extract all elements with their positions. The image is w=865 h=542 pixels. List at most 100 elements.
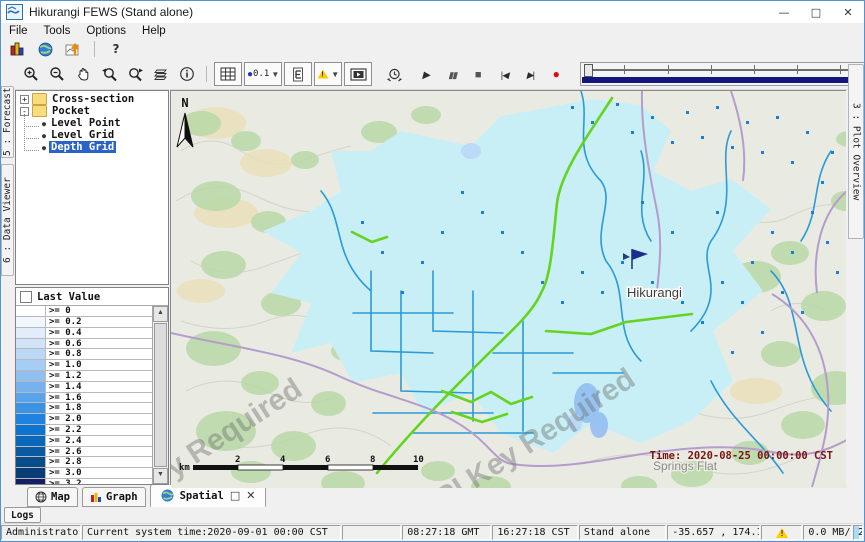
grid-display-icon[interactable] bbox=[61, 38, 85, 60]
tab-data-viewer[interactable]: 6 : Data Viewer bbox=[1, 164, 14, 276]
tree-node-label[interactable]: Cross-section bbox=[50, 93, 136, 105]
labels-toggle[interactable] bbox=[284, 62, 312, 86]
legend-row[interactable]: >= 0.2 bbox=[16, 317, 152, 328]
skip-start-icon bbox=[501, 65, 508, 83]
maximize-button[interactable]: □ bbox=[800, 1, 832, 23]
stop-button[interactable] bbox=[466, 63, 490, 85]
pause-icon bbox=[448, 65, 456, 83]
spatial-display-icon[interactable] bbox=[33, 38, 57, 60]
skip-end-icon bbox=[527, 65, 534, 83]
bullet-icon bbox=[39, 141, 49, 153]
scroll-up-icon[interactable]: ▲ bbox=[153, 306, 168, 322]
warning-icon bbox=[318, 70, 329, 79]
legend-row[interactable]: >= 2.2 bbox=[16, 425, 152, 436]
animation-movie-button[interactable] bbox=[344, 62, 372, 86]
tree-node-label[interactable]: Level Grid bbox=[49, 129, 116, 141]
menu-options[interactable]: Options bbox=[78, 25, 134, 37]
skip-to-end-button[interactable] bbox=[518, 63, 542, 85]
status-coordinates: -35.657 , 174.199 bbox=[667, 525, 760, 540]
tab-graph[interactable]: Graph bbox=[82, 487, 146, 507]
legend-row[interactable]: >= 1.0 bbox=[16, 360, 152, 371]
legend-row[interactable]: >= 1.6 bbox=[16, 393, 152, 404]
info-icon[interactable] bbox=[175, 63, 199, 85]
stop-icon bbox=[475, 65, 482, 83]
time-navigator-icon[interactable] bbox=[382, 63, 406, 85]
tree-connector bbox=[24, 138, 39, 151]
legend-row[interactable]: >= 1.2 bbox=[16, 371, 152, 382]
status-warning[interactable] bbox=[761, 525, 802, 540]
legend-scrollbar[interactable]: ▲ ▼ bbox=[152, 306, 168, 484]
menu-file[interactable]: File bbox=[1, 25, 36, 37]
legend-row[interactable]: >= 0.8 bbox=[16, 349, 152, 360]
zoom-out-icon[interactable] bbox=[45, 63, 69, 85]
legend-row[interactable]: >= 2.4 bbox=[16, 436, 152, 447]
skip-to-start-button[interactable] bbox=[492, 63, 516, 85]
right-tab-strip: 3 : Plot Overview bbox=[846, 90, 864, 485]
legend-row[interactable]: >= 2.0 bbox=[16, 414, 152, 425]
database-explorer-icon[interactable] bbox=[5, 38, 29, 60]
map-canvas[interactable]: API Key Required API Key Required N Hiku… bbox=[171, 91, 847, 488]
legend-row-label: >= 2.4 bbox=[46, 436, 152, 446]
legend-row-label: >= 2.6 bbox=[46, 447, 152, 457]
legend-color-swatch bbox=[16, 328, 46, 338]
legend-row-label: >= 1.2 bbox=[46, 371, 152, 381]
legend-row[interactable]: >= 0 bbox=[16, 306, 152, 317]
play-button[interactable] bbox=[414, 63, 438, 85]
tab-plot-overview[interactable]: 3 : Plot Overview bbox=[848, 64, 864, 239]
legend-row[interactable]: >= 0.6 bbox=[16, 339, 152, 350]
scroll-down-icon[interactable]: ▼ bbox=[153, 468, 168, 484]
globe-icon bbox=[35, 491, 47, 503]
zoom-next-icon[interactable] bbox=[123, 63, 147, 85]
slider-handle[interactable] bbox=[584, 64, 593, 77]
pan-hand-icon[interactable] bbox=[71, 63, 95, 85]
status-user: Administrator bbox=[1, 525, 81, 540]
scale-tick: 4 bbox=[280, 455, 286, 465]
map-view[interactable]: API Key Required API Key Required N Hiku… bbox=[170, 90, 846, 485]
legend-row[interactable]: >= 1.8 bbox=[16, 403, 152, 414]
legend-row[interactable]: >= 2.8 bbox=[16, 457, 152, 468]
minimize-button[interactable]: — bbox=[768, 1, 800, 23]
tree-node-cross-section[interactable]: + Cross-section bbox=[16, 93, 168, 105]
play-icon bbox=[422, 65, 430, 83]
menu-tools[interactable]: Tools bbox=[36, 25, 79, 37]
help-button[interactable]: ? bbox=[104, 38, 128, 60]
legend-color-swatch bbox=[16, 403, 46, 413]
last-value-checkbox[interactable] bbox=[20, 291, 32, 303]
expand-icon[interactable]: + bbox=[20, 95, 29, 104]
app-logo-icon bbox=[6, 4, 23, 20]
legend-color-swatch bbox=[16, 339, 46, 349]
close-panel-icon[interactable]: ✕ bbox=[246, 489, 255, 502]
menu-help[interactable]: Help bbox=[134, 25, 174, 37]
maximize-panel-icon[interactable]: □ bbox=[230, 489, 240, 502]
window-title: Hikurangi FEWS (Stand alone) bbox=[29, 5, 193, 19]
tree-node-label[interactable]: Level Point bbox=[49, 117, 123, 129]
pause-button[interactable] bbox=[440, 63, 464, 85]
zoom-previous-icon[interactable] bbox=[97, 63, 121, 85]
chevron-down-icon: ▼ bbox=[271, 70, 279, 79]
legend-row-label: >= 2.0 bbox=[46, 414, 152, 424]
record-button[interactable] bbox=[544, 63, 568, 85]
tree-node-label-selected[interactable]: Depth Grid bbox=[49, 141, 116, 153]
time-slider[interactable] bbox=[580, 62, 865, 86]
scrollbar-thumb[interactable] bbox=[154, 323, 167, 467]
warnings-dropdown[interactable]: ▼ bbox=[314, 62, 342, 86]
zoom-in-icon[interactable] bbox=[19, 63, 43, 85]
tree-node-label[interactable]: Pocket bbox=[50, 105, 92, 117]
legend-row-label: >= 2.8 bbox=[46, 457, 152, 467]
title-bar[interactable]: Hikurangi FEWS (Stand alone) — □ ✕ bbox=[1, 1, 864, 23]
tree-node-depth-grid[interactable]: Depth Grid bbox=[16, 141, 168, 153]
legend-row[interactable]: >= 0.4 bbox=[16, 328, 152, 339]
legend-row[interactable]: >= 2.6 bbox=[16, 447, 152, 458]
legend-color-swatch bbox=[16, 425, 46, 435]
legend-row[interactable]: >= 1.4 bbox=[16, 382, 152, 393]
layers-icon[interactable] bbox=[149, 63, 173, 85]
contour-interval-dropdown[interactable]: ●0.1▼ bbox=[244, 62, 282, 86]
bullet-icon bbox=[39, 117, 49, 129]
legend-row[interactable]: >= 3.0 bbox=[16, 468, 152, 479]
grid-layer-toggle[interactable] bbox=[214, 62, 242, 86]
tab-forecast[interactable]: 5 : Forecast bbox=[1, 86, 14, 158]
close-button[interactable]: ✕ bbox=[832, 1, 864, 23]
tab-map[interactable]: Map bbox=[27, 487, 78, 507]
legend-row[interactable]: >= 3.2 bbox=[16, 479, 152, 484]
logs-tab[interactable]: Logs bbox=[4, 507, 41, 523]
